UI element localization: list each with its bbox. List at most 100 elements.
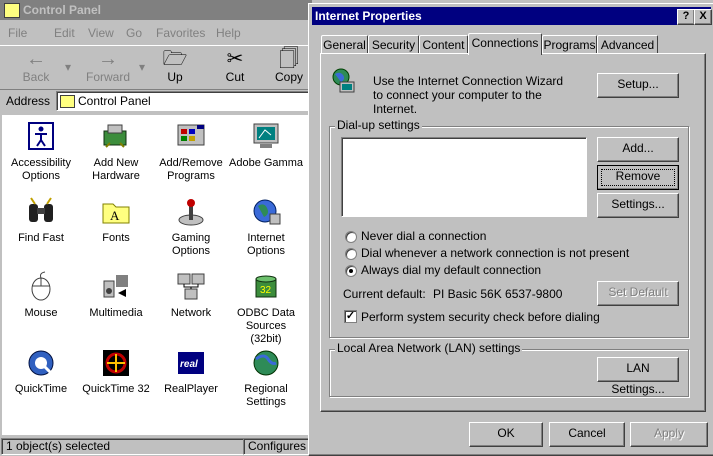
add-button[interactable]: Add... (597, 137, 679, 162)
control-panel-item-label: Internet Options (247, 232, 285, 257)
ok-button[interactable]: OK (469, 422, 543, 447)
cut-button[interactable]: ✂ Cut (210, 48, 260, 88)
help-button[interactable]: ? (677, 9, 695, 25)
multimedia-icon (100, 271, 132, 303)
control-panel-item-label: Add New Hardware (92, 157, 140, 182)
radio-always-dial[interactable] (345, 265, 357, 277)
address-input[interactable]: Control Panel (56, 91, 312, 111)
up-folder-icon: 🗁 (162, 48, 188, 70)
radio-dial-whenever[interactable] (345, 248, 357, 260)
set-default-button[interactable]: Set Default (597, 281, 679, 306)
menu-edit[interactable]: Edit (54, 26, 75, 40)
menu-file[interactable]: File (8, 26, 27, 40)
connections-list[interactable] (341, 137, 587, 217)
cancel-button[interactable]: Cancel (549, 422, 625, 447)
close-button[interactable]: X (694, 9, 712, 25)
security-check-label[interactable]: Perform system security check before dia… (361, 310, 600, 324)
copy-icon: 🗍 (279, 48, 299, 70)
mouse-icon (25, 271, 57, 303)
dialog-titlebar[interactable]: Internet Properties ? X (312, 7, 712, 25)
setup-button[interactable]: Setup... (597, 73, 679, 98)
back-button[interactable]: ← Back (10, 48, 62, 88)
tab-advanced[interactable]: Advanced (597, 35, 658, 54)
tab-programs[interactable]: Programs (542, 35, 597, 54)
radio-never-dial[interactable] (345, 231, 357, 243)
remove-button[interactable]: Remove (597, 165, 679, 190)
control-panel-item[interactable]: Network (154, 271, 228, 320)
control-panel-item[interactable]: A Fonts (79, 196, 153, 245)
tab-security[interactable]: Security (368, 35, 419, 54)
copy-button[interactable]: 🗍 Copy (266, 48, 312, 88)
menu-view[interactable]: View (88, 26, 114, 40)
control-panel-item[interactable]: Add New Hardware (79, 121, 153, 183)
address-label: Address (6, 94, 51, 108)
scissors-icon: ✂ (226, 48, 244, 70)
tab-general[interactable]: General (321, 35, 368, 54)
menu-help[interactable]: Help (216, 26, 241, 40)
forward-arrow-icon: → (98, 48, 118, 70)
network-icon (175, 271, 207, 303)
control-panel-items: Accessibility Options Add New Hardware Add… (2, 115, 310, 435)
status-selected: 1 object(s) selected (1, 438, 245, 455)
control-panel-item[interactable]: Adobe Gamma (229, 121, 303, 170)
control-panel-item[interactable]: Internet Options (229, 196, 303, 258)
control-panel-item[interactable]: real RealPlayer (154, 347, 228, 396)
wizard-description: Use the Internet Connection Wizard to co… (373, 74, 564, 116)
lan-settings-button[interactable]: LAN Settings... (597, 357, 679, 396)
connection-wizard-icon (331, 68, 355, 93)
back-arrow-icon: ← (26, 48, 46, 70)
control-panel-item[interactable]: Mouse (4, 271, 78, 320)
control-panel-item[interactable]: 32 ODBC Data Sources (32bit) (229, 271, 303, 346)
toolbar: ← Back ▾ → Forward ▾ 🗁 Up ✂ Cut 🗍 Copy (0, 45, 312, 90)
control-panel-item-label: Mouse (24, 307, 58, 319)
control-panel-item-label: RealPlayer (164, 383, 218, 395)
status-description: Configures yo (243, 438, 318, 455)
hardware-icon (100, 121, 132, 153)
radio-dial-whenever-label[interactable]: Dial whenever a network connection is no… (361, 246, 629, 260)
folder-icon (60, 95, 75, 108)
control-panel-item-label: Adobe Gamma (229, 157, 303, 169)
apply-button[interactable]: Apply (630, 422, 708, 447)
control-panel-item[interactable]: QuickTime 32 (79, 347, 153, 396)
control-panel-titlebar[interactable]: Control Panel (0, 0, 312, 20)
control-panel-item[interactable]: Find Fast (4, 196, 78, 245)
up-button[interactable]: 🗁 Up (150, 48, 200, 88)
svg-text:32: 32 (260, 285, 272, 296)
programs-icon (175, 121, 207, 153)
radio-always-dial-label[interactable]: Always dial my default connection (361, 263, 541, 277)
control-panel-item[interactable]: Gaming Options (154, 196, 228, 258)
monitor-icon (250, 121, 282, 153)
control-panel-item-label: Accessibility Options (11, 157, 71, 182)
control-panel-item-label: QuickTime 32 (82, 383, 150, 395)
control-panel-item-label: Add/Remove Programs (159, 157, 223, 182)
control-panel-icon (4, 3, 20, 18)
svg-text:A: A (110, 208, 120, 223)
control-panel-item-label: Network (170, 307, 212, 319)
realplayer-icon: real (175, 347, 207, 379)
control-panel-item-label: Find Fast (18, 232, 64, 244)
quicktime-icon (25, 347, 57, 379)
control-panel-item[interactable]: QuickTime (4, 347, 78, 396)
settings-button[interactable]: Settings... (597, 193, 679, 218)
address-bar: Address Control Panel (0, 90, 312, 112)
tab-content[interactable]: Content (419, 35, 468, 54)
tab-connections[interactable]: Connections (468, 33, 542, 55)
forward-button[interactable]: → Forward (80, 48, 136, 88)
lan-group-label: Local Area Network (LAN) settings (335, 341, 523, 355)
svg-text:real: real (180, 359, 198, 370)
quicktime32-icon (100, 347, 132, 379)
control-panel-item[interactable]: Multimedia (79, 271, 153, 320)
control-panel-item[interactable]: Add/Remove Programs (154, 121, 228, 183)
regional-globe-icon (250, 347, 282, 379)
menu-bar: File Edit View Go Favorites Help (0, 21, 312, 43)
control-panel-item[interactable]: Accessibility Options (4, 121, 78, 183)
fonts-folder-icon: A (100, 196, 132, 228)
control-panel-item[interactable]: Regional Settings (229, 347, 303, 409)
menu-favorites[interactable]: Favorites (156, 26, 205, 40)
control-panel-item-label: Regional Settings (244, 383, 288, 408)
control-panel-item-label: Gaming Options (171, 232, 211, 257)
radio-never-dial-label[interactable]: Never dial a connection (361, 229, 486, 243)
security-check-checkbox[interactable]: ✓ (344, 310, 357, 323)
internet-properties-dialog: Internet Properties ? X General Security… (308, 3, 713, 456)
menu-go[interactable]: Go (126, 26, 142, 40)
